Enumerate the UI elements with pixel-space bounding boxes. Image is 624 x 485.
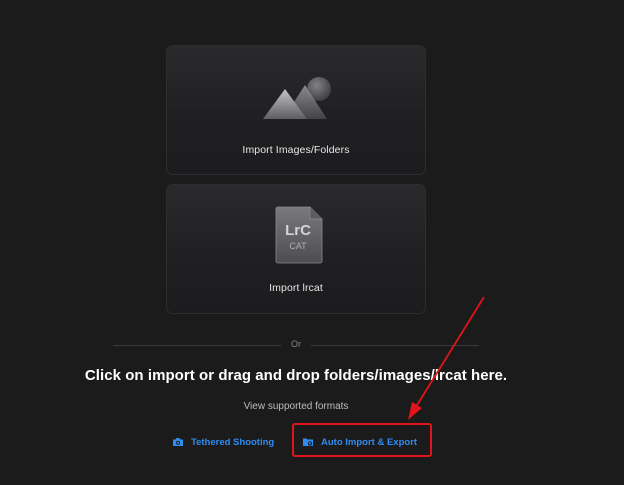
view-supported-formats-link[interactable]: View supported formats (200, 401, 392, 412)
import-images-card[interactable]: Import Images/Folders (166, 45, 426, 175)
tethered-shooting-button[interactable]: Tethered Shooting (172, 430, 274, 454)
tethered-shooting-label: Tethered Shooting (191, 436, 275, 448)
drop-instructions: Click on import or drag and drop folders… (84, 367, 508, 384)
camera-icon (173, 438, 183, 446)
mountains-image-icon (263, 77, 331, 119)
annotation-highlight-box (292, 423, 432, 457)
lrcat-file-icon: LrC CAT (275, 206, 323, 264)
annotation-arrow (408, 296, 485, 420)
import-lrcat-label: Import lrcat (269, 282, 323, 294)
lrcat-icon-text-bottom: CAT (289, 241, 307, 251)
import-images-label: Import Images/Folders (242, 144, 350, 156)
divider-left (113, 345, 281, 346)
import-lrcat-card[interactable]: LrC CAT Import lrcat (166, 184, 426, 314)
import-page: Import Images/Folders LrC CAT Import lrc… (0, 0, 624, 485)
or-separator: Or (291, 339, 301, 349)
lrcat-icon-text-top: LrC (285, 222, 311, 239)
